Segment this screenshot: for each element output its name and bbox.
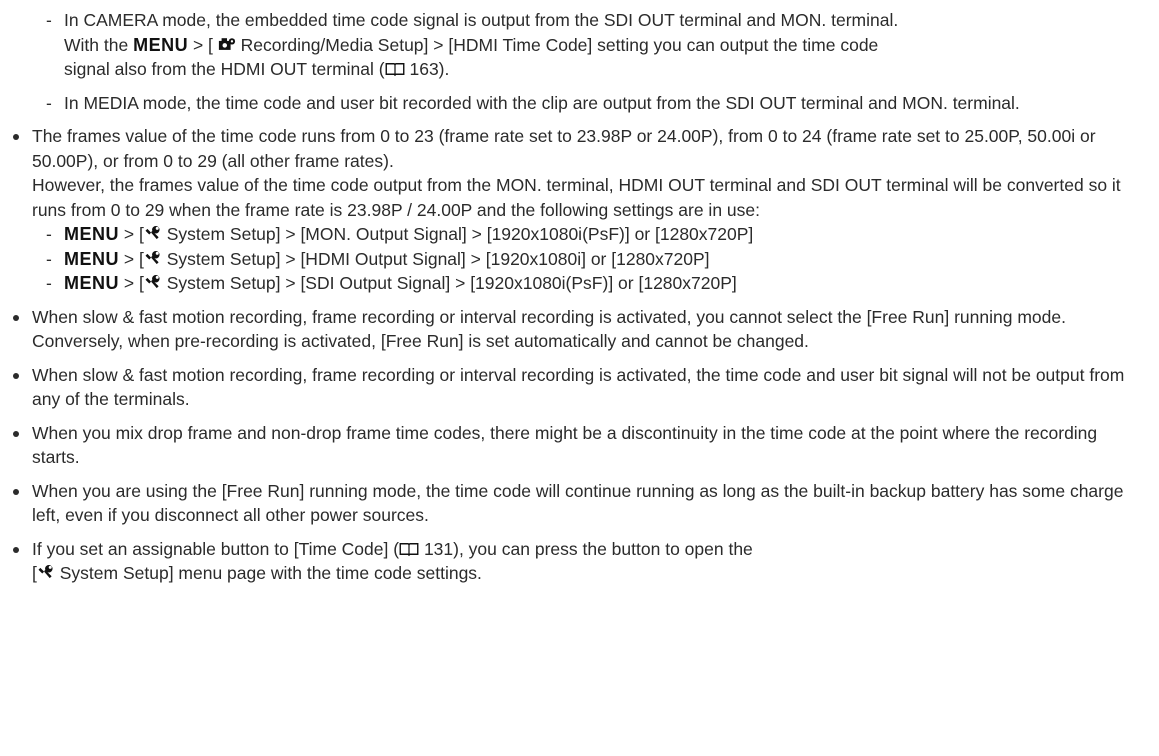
bullet-text: If you set an assignable button to [Time… [32, 537, 1149, 586]
wrench-icon [38, 565, 53, 579]
wrench-icon [145, 226, 160, 240]
setting-item: - MENU > [ System Setup] > [MON. Output … [32, 222, 1149, 247]
menu-label: MENU [133, 34, 189, 55]
signal-text: signal also from the HDMI OUT terminal ( [64, 59, 385, 79]
setting-item: - MENU > [ System Setup] > [HDMI Output … [32, 247, 1149, 272]
media-mode-note: - In MEDIA mode, the time code and user … [10, 91, 1149, 116]
menu-path-open: > [ [123, 273, 144, 293]
menu-path-open: > [ [123, 248, 144, 269]
camera-mode-note: - In CAMERA mode, the embedded time code… [10, 8, 1149, 82]
page-ref-163: 163). [409, 59, 450, 79]
menu-label: MENU [64, 224, 119, 244]
book-icon [399, 542, 419, 556]
book-icon [385, 63, 405, 76]
dash-marker: - [46, 92, 52, 113]
assignable-text: If you set an assignable button to [Time… [32, 538, 400, 559]
setting-path: System Setup] > [HDMI Output Signal] > [… [166, 248, 710, 269]
bullet-text: When you are using the [Free Run] runnin… [32, 480, 1124, 526]
frames-conversion-text: However, the frames value of the time co… [32, 175, 1121, 220]
menu-label: MENU [64, 273, 119, 293]
bullet-dot [13, 546, 19, 553]
setting-item: - MENU > [ System Setup] > [SDI Output S… [32, 271, 1149, 296]
with-text: With the [64, 34, 129, 55]
bullet-dot [13, 430, 19, 437]
menu-path-open: > [ [192, 34, 213, 55]
bullet-dot [13, 134, 19, 140]
setting-path: System Setup] > [MON. Output Signal] > [… [166, 224, 754, 244]
setting-path: System Setup] > [SDI Output Signal] > [1… [166, 273, 737, 293]
dash-marker: - [46, 273, 52, 293]
manual-page: - In CAMERA mode, the embedded time code… [0, 8, 1159, 586]
bullet-text: When you mix drop frame and non-drop fra… [32, 422, 1098, 468]
assignable-button-bullet: If you set an assignable button to [Time… [10, 537, 1149, 586]
bullet-text: When slow & fast motion recording, frame… [32, 364, 1125, 410]
slow-fast-output-bullet: When slow & fast motion recording, frame… [10, 363, 1149, 412]
page-ref-131: 131), you can press the button to open t… [423, 538, 753, 559]
bullet-dot [13, 314, 19, 321]
dash-marker: - [46, 224, 52, 244]
media-mode-text: In MEDIA mode, the time code and user bi… [64, 92, 1020, 113]
hdmi-time-code-path: Recording/Media Setup] > [HDMI Time Code… [240, 34, 879, 55]
camera-mode-text: In CAMERA mode, the embedded time code s… [64, 10, 899, 30]
frames-value-bullet: The frames value of the time code runs f… [10, 124, 1149, 296]
slow-fast-free-run-bullet: When slow & fast motion recording, frame… [10, 305, 1149, 354]
dash-marker: - [46, 10, 52, 30]
free-run-battery-bullet: When you are using the [Free Run] runnin… [10, 479, 1149, 528]
bullet-dot [13, 372, 19, 379]
frames-value-text: The frames value of the time code runs f… [32, 126, 1096, 171]
drop-frame-bullet: When you mix drop frame and non-drop fra… [10, 421, 1149, 470]
dash-marker: - [46, 248, 52, 269]
wrench-icon [145, 275, 160, 289]
menu-label: MENU [64, 248, 119, 269]
menu-path-open: > [ [123, 224, 144, 244]
bullet-dot [13, 488, 19, 495]
camera-gear-icon [218, 37, 235, 50]
bullet-text: When slow & fast motion recording, frame… [32, 306, 1066, 352]
wrench-icon [145, 250, 160, 264]
system-setup-text: System Setup] menu page with the time co… [59, 563, 482, 583]
